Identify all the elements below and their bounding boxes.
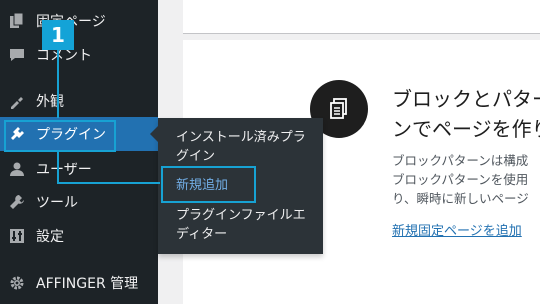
appearance-icon [7,91,27,111]
sidebar-item-label: 外観 [36,94,64,110]
sidebar-item-tools[interactable]: ツール [0,185,158,219]
submenu-item-installed-plugins[interactable]: インストール済みプラグイン [176,128,316,166]
annotation-connector [57,50,59,118]
sidebar-item-settings[interactable]: 設定 [0,219,158,253]
annotation-connector [57,182,160,184]
submenu-item-plugin-editor[interactable]: プラグインファイルエディター [176,206,316,244]
welcome-heading: ブロックとパターンでページを作りましょう [392,87,540,141]
add-new-highlight [161,166,256,203]
sidebar-item-users[interactable]: ユーザー [0,152,158,186]
top-panel [183,0,540,33]
comments-icon [7,45,27,65]
sidebar-item-pages[interactable]: 固定ページ [0,4,158,38]
add-new-page-link[interactable]: 新規固定ページを追加 [392,220,522,239]
gear-icon [7,273,27,293]
sidebar-item-label: ツール [36,195,78,211]
step-badge: 1 [42,20,74,50]
welcome-description: ブロックパターンは構成 ブロックパターンを使用 り、瞬時に新しいページ [392,151,540,208]
sidebar-item-affinger[interactable]: AFFINGER 管理 [0,266,158,300]
settings-icon [7,226,27,246]
annotation-connector [57,152,59,184]
desc-line: ブロックパターンは構成 [392,153,529,168]
sidebar-item-comments[interactable]: コメント [0,38,158,72]
document-icon [330,98,347,119]
divider [183,33,540,34]
sidebar-item-appearance[interactable]: 外観 [0,84,158,118]
desc-line: り、瞬時に新しいページ [392,191,529,206]
desc-line: ブロックパターンを使用 [392,172,529,187]
plugins-highlight [4,120,116,152]
sidebar-item-label: AFFINGER 管理 [36,276,139,292]
submenu-arrow [150,126,158,142]
tools-icon [7,192,27,212]
pages-icon [7,11,27,31]
users-icon [7,159,27,179]
sidebar-item-label: 設定 [36,229,64,245]
admin-sidebar: 固定ページ コメント 外観 プラグイン ユーザー ツール 設定 [0,0,158,304]
sidebar-item-label: ユーザー [36,162,92,178]
